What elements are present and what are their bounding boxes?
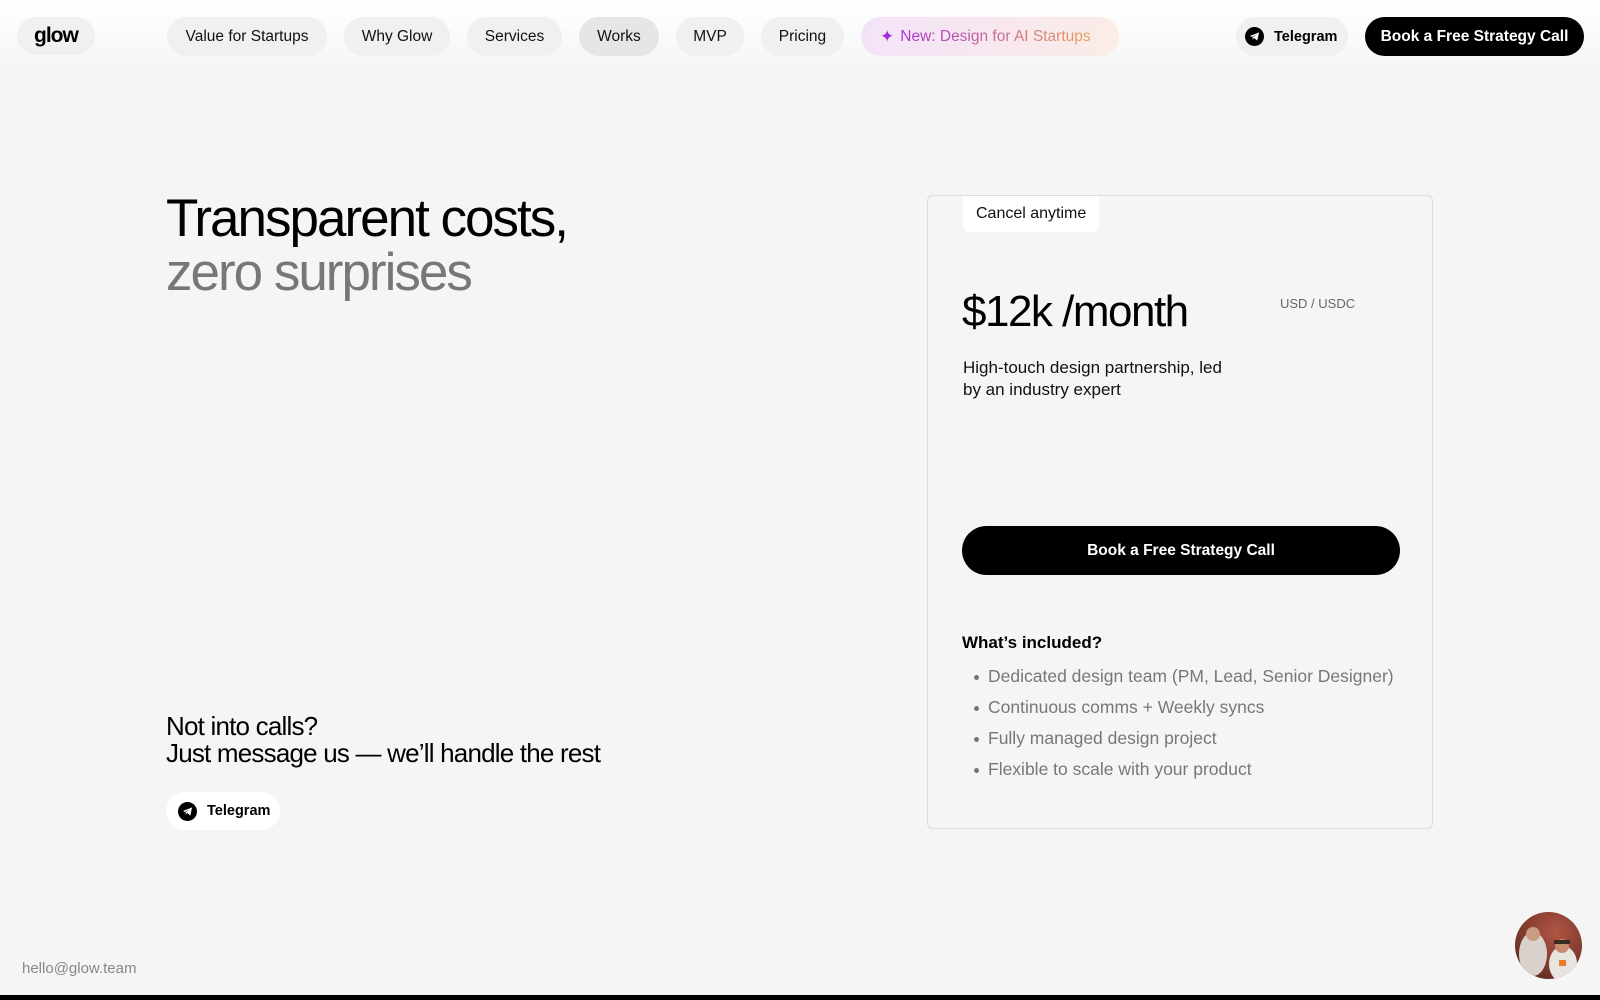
currency-label: USD / USDC xyxy=(1280,296,1356,311)
included-item: Fully managed design project xyxy=(974,723,1394,754)
plan-description: High-touch design partnership, led by an… xyxy=(963,358,1222,399)
calls-line2: Just message us — we’ll handle the rest xyxy=(166,738,601,768)
included-list: Dedicated design team (PM, Lead, Senior … xyxy=(974,661,1394,785)
nav-mvp[interactable]: MVP xyxy=(676,17,744,56)
included-item: Dedicated design team (PM, Lead, Senior … xyxy=(974,661,1394,692)
telegram-label: Telegram xyxy=(1274,28,1338,45)
nav-works[interactable]: Works xyxy=(579,17,659,56)
telegram-button-header[interactable]: Telegram xyxy=(1236,17,1348,56)
pricing-card: Cancel anytime $12k /month USD / USDC Hi… xyxy=(927,195,1433,829)
nav-why-glow[interactable]: Why Glow xyxy=(344,17,450,56)
calls-line1: Not into calls? xyxy=(166,711,318,741)
glow-logo[interactable]: glow xyxy=(17,17,95,55)
page: glow Value for Startups Why Glow Service… xyxy=(0,0,1600,1000)
nav-ai-startups[interactable]: ✦ New: Design for AI Startups xyxy=(861,17,1119,56)
avatar-image xyxy=(1519,927,1577,979)
contact-email[interactable]: hello@glow.team xyxy=(22,960,136,977)
top-navigation-bar: glow Value for Startups Why Glow Service… xyxy=(0,0,1600,72)
telegram-button-bottom[interactable]: Telegram xyxy=(166,792,280,830)
included-title: What’s included? xyxy=(962,633,1103,652)
sparkle-icon: ✦ xyxy=(880,26,895,46)
calls-heading: Not into calls? Just message us — we’ll … xyxy=(166,711,601,768)
nav-pricing[interactable]: Pricing xyxy=(761,17,844,56)
included-item: Flexible to scale with your product xyxy=(974,754,1394,785)
chat-avatar[interactable] xyxy=(1515,912,1582,979)
book-call-button-card[interactable]: Book a Free Strategy Call xyxy=(962,526,1400,575)
nav-services[interactable]: Services xyxy=(467,17,562,56)
cancel-anytime-badge: Cancel anytime xyxy=(963,196,1100,232)
hero-title-line1: Transparent costs, xyxy=(166,189,569,248)
nav-value-for-startups[interactable]: Value for Startups xyxy=(167,17,327,56)
telegram-icon xyxy=(1245,27,1264,46)
telegram-icon xyxy=(178,801,197,821)
nav-ai-label: New: Design for AI Startups xyxy=(900,27,1091,45)
telegram-label: Telegram xyxy=(207,803,271,819)
bottom-border xyxy=(0,995,1600,1000)
book-call-button-header[interactable]: Book a Free Strategy Call xyxy=(1365,17,1584,56)
hero-title-line2: zero surprises xyxy=(166,243,473,302)
price: $12k /month xyxy=(962,287,1189,336)
included-item: Continuous comms + Weekly syncs xyxy=(974,692,1394,723)
